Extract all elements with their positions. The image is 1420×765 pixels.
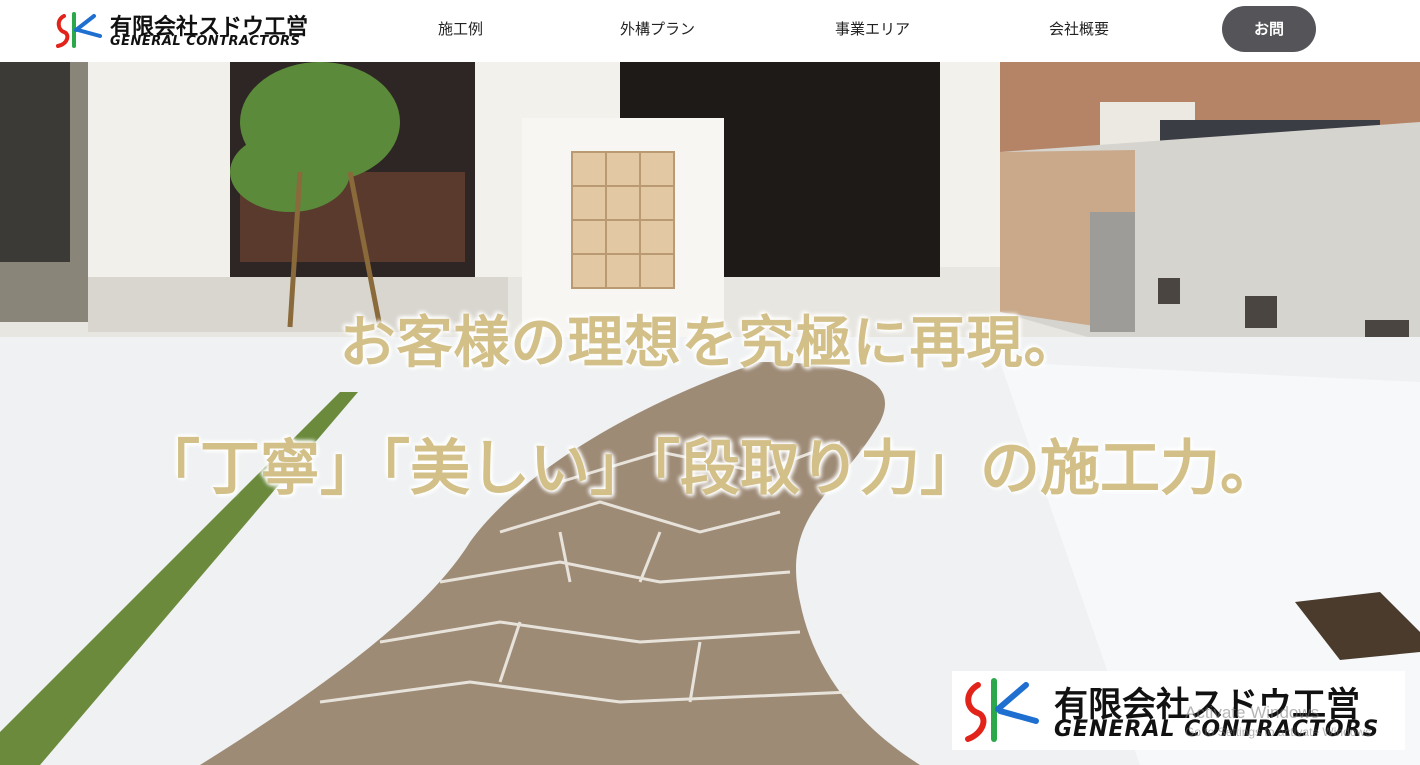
watermark-subtitle: Go to Settings to activate Windows.	[1185, 725, 1375, 739]
sk-logo-icon	[965, 678, 1039, 742]
hero-section: お客様の理想を究極に再現。 「丁寧」「美しい」「段取り力」の施工力。	[0, 62, 1420, 765]
nav-item-works[interactable]: 施工例	[438, 18, 483, 39]
nav-item-exterior-plan[interactable]: 外構プラン	[620, 18, 695, 39]
site-header: 有限会社スドウ工営 GENERAL CONTRACTORS 施工例 外構プラン …	[0, 0, 1420, 62]
hero-headline-secondary: 「丁寧」「美しい」「段取り力」の施工力。	[140, 434, 1280, 504]
logo-tagline: GENERAL CONTRACTORS	[110, 34, 301, 49]
watermark-title: Activate Windows	[1185, 703, 1320, 722]
nav-item-company[interactable]: 会社概要	[1049, 18, 1109, 39]
hero-headline-primary: お客様の理想を究極に再現。	[339, 310, 1081, 376]
sk-logo-icon	[56, 12, 102, 48]
contact-button[interactable]: お問	[1222, 6, 1316, 52]
nav-item-service-area[interactable]: 事業エリア	[835, 18, 910, 39]
hero-photo	[0, 62, 1420, 765]
activate-windows-watermark: Activate Windows Go to Settings to activ…	[1185, 703, 1374, 739]
site-logo[interactable]: 有限会社スドウ工営 GENERAL CONTRACTORS	[54, 7, 314, 53]
